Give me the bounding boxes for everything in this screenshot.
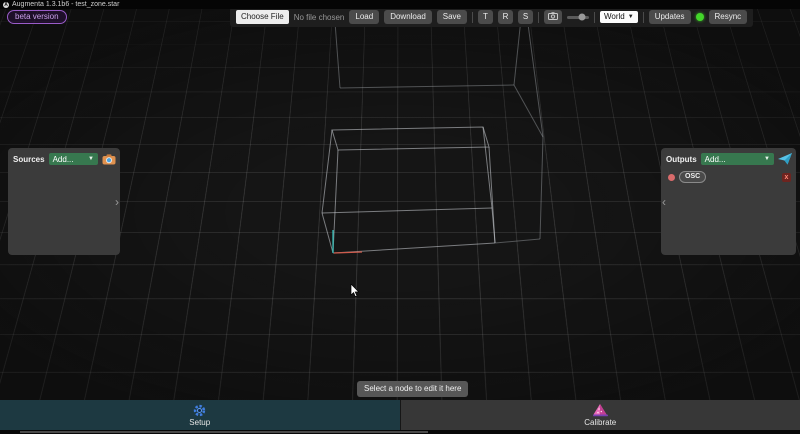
outputs-title: Outputs [666, 154, 697, 164]
resync-button[interactable]: Resync [708, 10, 748, 24]
add-output-dropdown[interactable]: Add... ▼ [700, 153, 774, 165]
output-item-row: OSC x [661, 165, 796, 184]
tab-setup-label: Setup [189, 417, 211, 427]
mouse-cursor [350, 284, 360, 298]
osc-node-chip[interactable]: OSC [679, 171, 707, 184]
sources-expand-chevron[interactable]: › [115, 196, 119, 208]
main-toolbar: Choose File No file chosen Load Download… [230, 7, 754, 27]
toolbar-separator [538, 11, 539, 23]
toolbar-separator [642, 11, 644, 23]
add-output-label: Add... [704, 154, 726, 164]
title-bar: A Augmenta 1.3.1b6 - test_zone.star [0, 0, 800, 9]
bottom-edge-highlight [20, 431, 428, 433]
paper-plane-icon[interactable] [778, 153, 792, 165]
slider-thumb[interactable] [578, 13, 586, 21]
file-chosen-status: No file chosen [293, 12, 345, 22]
scale-button[interactable]: S [518, 10, 533, 24]
osc-status-dot [668, 173, 675, 181]
chevron-down-icon: ▼ [88, 156, 94, 162]
space-select[interactable]: World ▼ [600, 11, 638, 23]
camera-icon [548, 12, 558, 20]
tab-setup[interactable]: Setup [0, 400, 401, 430]
outputs-panel: Outputs Add... ▼ OSC x ‹ [661, 148, 796, 255]
bottom-tab-bar: Setup Calibrate [0, 400, 800, 430]
add-source-dropdown[interactable]: Add... ▼ [48, 153, 98, 165]
save-button[interactable]: Save [436, 10, 467, 24]
load-button[interactable]: Load [349, 10, 380, 24]
calibrate-pyramid-icon [592, 403, 608, 416]
screenshot-button[interactable] [544, 10, 562, 24]
outputs-panel-header: Outputs Add... ▼ [661, 148, 796, 165]
tab-calibrate-label: Calibrate [584, 417, 617, 427]
window-bottom-edge [0, 430, 800, 434]
update-status-dot [695, 13, 704, 21]
sources-panel-header: Sources Add... ▼ [8, 148, 120, 165]
window-title: Augmenta 1.3.1b6 - test_zone.star [12, 1, 120, 8]
sources-panel: Sources Add... ▼ › [8, 148, 120, 255]
add-source-label: Add... [52, 154, 74, 164]
tab-calibrate[interactable]: Calibrate [400, 400, 800, 430]
space-select-value: World [604, 12, 625, 21]
camera-icon[interactable] [102, 153, 116, 165]
updates-button[interactable]: Updates [648, 10, 691, 24]
node-editor-tooltip: Select a node to edit it here [357, 381, 469, 397]
app-logo-icon: A [3, 1, 9, 8]
beta-version-badge: beta version [7, 10, 67, 24]
download-button[interactable]: Download [384, 10, 432, 24]
toolbar-separator [472, 11, 473, 23]
chevron-down-icon: ▼ [764, 156, 770, 162]
rotate-button[interactable]: R [498, 10, 513, 24]
translate-button[interactable]: T [478, 10, 493, 24]
outputs-collapse-chevron[interactable]: ‹ [662, 196, 666, 208]
axis-x-red [333, 251, 363, 254]
remove-output-button[interactable]: x [782, 172, 791, 182]
chevron-down-icon: ▼ [627, 14, 634, 20]
sources-title: Sources [13, 154, 45, 164]
choose-file-button[interactable]: Choose File [236, 10, 289, 24]
setup-gear-icon [194, 404, 206, 416]
camera-size-slider[interactable] [567, 13, 589, 21]
toolbar-separator [594, 11, 595, 23]
